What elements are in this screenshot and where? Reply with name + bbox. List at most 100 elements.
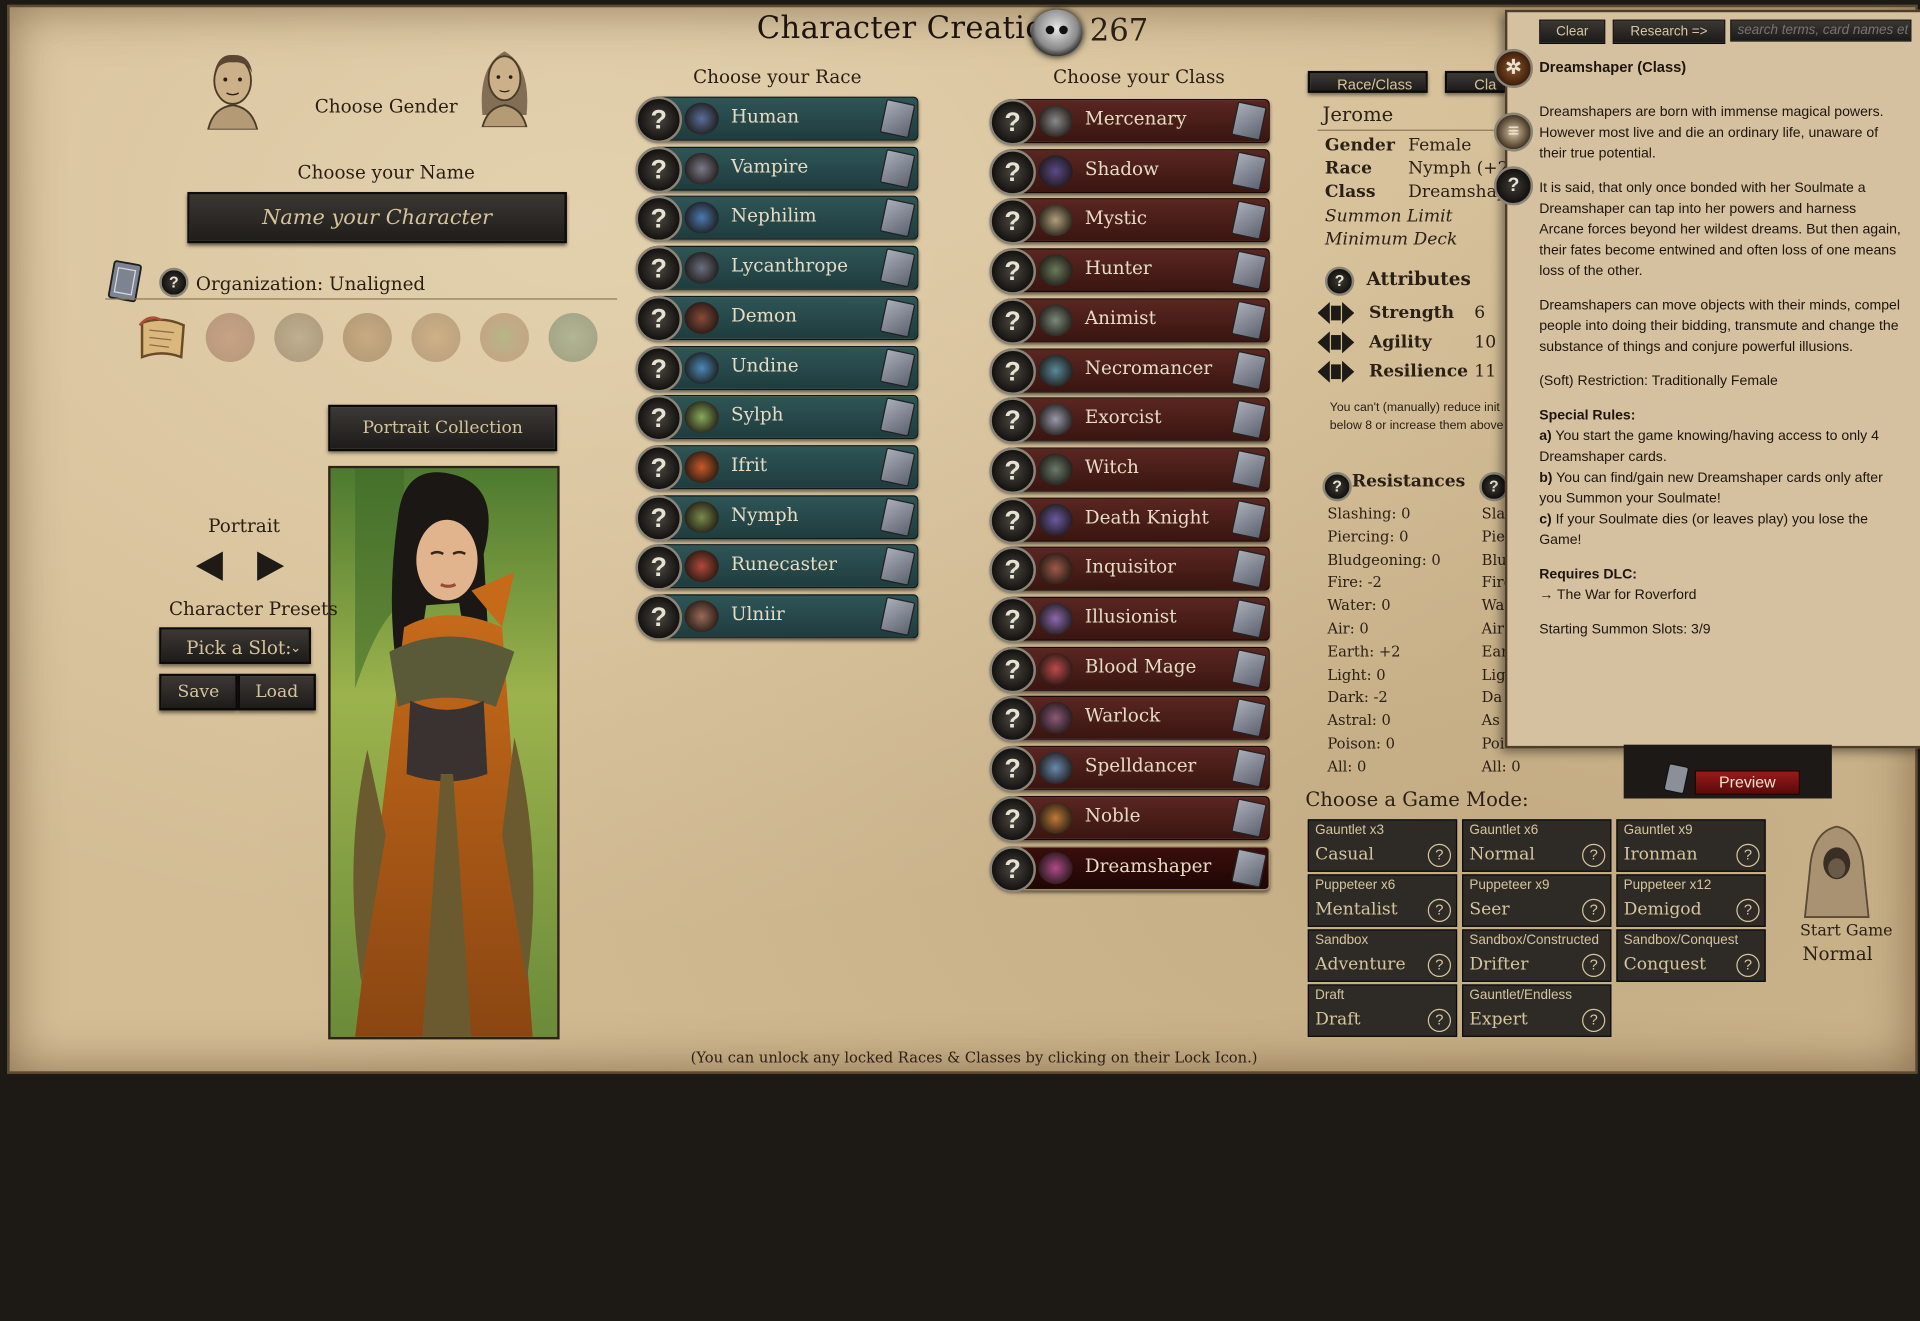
resistances-help-icon[interactable]: ?: [1322, 472, 1352, 502]
card-icon[interactable]: [879, 496, 916, 537]
class-row[interactable]: ? Witch: [989, 447, 1270, 494]
scroll-icon[interactable]: [132, 311, 193, 367]
org-emblem-icon[interactable]: [274, 313, 324, 362]
game-mode-button[interactable]: Puppeteer x12 Demigod?: [1616, 874, 1766, 927]
class-row[interactable]: ? Warlock: [989, 696, 1270, 743]
race-row[interactable]: ? Runecaster: [635, 544, 919, 591]
org-emblem-icon[interactable]: [411, 313, 461, 362]
card-icon[interactable]: [1231, 101, 1267, 141]
card-icon[interactable]: [879, 347, 916, 388]
game-mode-button[interactable]: Puppeteer x9 Seer?: [1462, 874, 1612, 927]
character-name-input[interactable]: [187, 191, 567, 244]
help-icon[interactable]: ?: [989, 148, 1036, 196]
male-face-icon[interactable]: [193, 44, 271, 130]
card-icon[interactable]: [879, 596, 916, 637]
help-icon[interactable]: ?: [989, 546, 1036, 594]
search-input[interactable]: [1730, 19, 1912, 42]
help-icon[interactable]: ?: [1427, 1008, 1452, 1033]
help-icon[interactable]: ?: [635, 96, 683, 144]
help-icon[interactable]: ?: [989, 347, 1036, 395]
card-icon[interactable]: [1231, 300, 1267, 340]
help-icon[interactable]: ?: [989, 298, 1036, 345]
game-mode-button[interactable]: Sandbox Adventure?: [1307, 929, 1458, 982]
help-icon[interactable]: ?: [989, 198, 1036, 246]
help-icon[interactable]: ?: [989, 447, 1036, 494]
org-help-icon[interactable]: ?: [159, 267, 189, 298]
card-icon[interactable]: [1231, 350, 1267, 390]
help-icon[interactable]: ?: [635, 494, 683, 542]
card-icon[interactable]: [1231, 449, 1267, 490]
class-row[interactable]: ? Noble: [989, 795, 1270, 843]
help-icon[interactable]: ?: [1493, 166, 1534, 206]
help-icon[interactable]: ?: [1582, 898, 1606, 922]
help-icon[interactable]: ?: [989, 845, 1036, 893]
class-row[interactable]: ? Necromancer: [989, 347, 1270, 395]
tab-race-class[interactable]: Race/Class: [1307, 70, 1428, 93]
game-mode-button[interactable]: Gauntlet x9 Ironman?: [1616, 819, 1766, 872]
class-row[interactable]: ? Mercenary: [989, 99, 1270, 146]
card-icon[interactable]: [1231, 399, 1267, 440]
org-emblem-icon[interactable]: [342, 313, 392, 362]
help-icon[interactable]: ?: [635, 444, 683, 492]
help-icon[interactable]: ?: [1736, 898, 1760, 922]
card-icon[interactable]: [1231, 748, 1267, 788]
start-game-mode[interactable]: Normal: [1802, 943, 1872, 965]
org-emblem-icon[interactable]: [548, 313, 598, 362]
race-row[interactable]: ? Ifrit: [635, 444, 919, 492]
race-row[interactable]: ? Nephilim: [635, 196, 919, 243]
card-icon[interactable]: [879, 397, 916, 437]
research-button[interactable]: Research =>: [1612, 19, 1726, 45]
help-icon[interactable]: ?: [635, 196, 683, 243]
gear-icon[interactable]: ✲: [1493, 48, 1534, 89]
help-icon[interactable]: ?: [635, 245, 683, 293]
card-icon[interactable]: [1231, 598, 1267, 639]
attributes-help-icon[interactable]: ?: [1324, 266, 1355, 296]
game-mode-button[interactable]: Puppeteer x6 Mentalist?: [1307, 874, 1458, 927]
preview-button[interactable]: Preview: [1694, 770, 1801, 795]
card-icon[interactable]: [1231, 698, 1267, 739]
class-row[interactable]: ? Illusionist: [989, 596, 1270, 644]
attribute-stepper[interactable]: [1317, 302, 1355, 325]
help-icon[interactable]: ?: [989, 696, 1036, 743]
race-row[interactable]: ? Demon: [635, 295, 919, 343]
help-icon[interactable]: ?: [635, 544, 683, 591]
class-row[interactable]: ? Animist: [989, 298, 1270, 345]
help-icon[interactable]: ?: [989, 248, 1036, 295]
help-icon[interactable]: ?: [1427, 898, 1452, 922]
card-icon[interactable]: [1231, 200, 1267, 241]
race-row[interactable]: ? Sylph: [635, 395, 919, 442]
save-button[interactable]: Save: [159, 673, 238, 711]
org-emblem-icon[interactable]: [205, 313, 255, 362]
card-icon[interactable]: [1231, 151, 1267, 191]
attribute-stepper[interactable]: [1317, 331, 1355, 354]
race-row[interactable]: ? Ulniir: [635, 594, 919, 641]
class-row[interactable]: ? Blood Mage: [989, 646, 1270, 693]
scroll-tab-icon[interactable]: ≡: [1493, 112, 1534, 152]
class-row[interactable]: ? Dreamshaper: [989, 845, 1270, 893]
help-icon[interactable]: ?: [989, 497, 1036, 544]
card-icon[interactable]: [105, 259, 144, 303]
card-icon[interactable]: [1231, 549, 1267, 589]
help-icon[interactable]: ?: [635, 395, 683, 442]
help-icon[interactable]: ?: [635, 594, 683, 641]
hooded-figure-icon[interactable]: [1800, 822, 1873, 920]
help-icon[interactable]: ?: [1582, 953, 1606, 978]
arrow-left-icon[interactable]: [195, 551, 223, 581]
help-icon[interactable]: ?: [635, 146, 683, 193]
help-icon[interactable]: ?: [1582, 843, 1606, 867]
start-game-label[interactable]: Start Game: [1800, 922, 1893, 940]
class-row[interactable]: ? Hunter: [989, 248, 1270, 295]
game-mode-button[interactable]: Gauntlet/Endless Expert?: [1462, 984, 1612, 1037]
card-icon[interactable]: [1231, 798, 1267, 838]
preset-slot-select[interactable]: Pick a Slot: ⌄: [159, 627, 312, 664]
card-icon[interactable]: [1231, 499, 1267, 539]
help-icon[interactable]: ?: [1736, 953, 1760, 978]
class-row[interactable]: ? Death Knight: [989, 497, 1270, 544]
help-icon[interactable]: ?: [1582, 1008, 1606, 1033]
class-row[interactable]: ? Inquisitor: [989, 546, 1270, 594]
help-icon[interactable]: ?: [989, 746, 1036, 793]
help-icon[interactable]: ?: [989, 795, 1036, 843]
class-row[interactable]: ? Mystic: [989, 198, 1270, 246]
help-icon[interactable]: ?: [635, 295, 683, 343]
game-mode-button[interactable]: Gauntlet x6 Normal?: [1462, 819, 1612, 872]
